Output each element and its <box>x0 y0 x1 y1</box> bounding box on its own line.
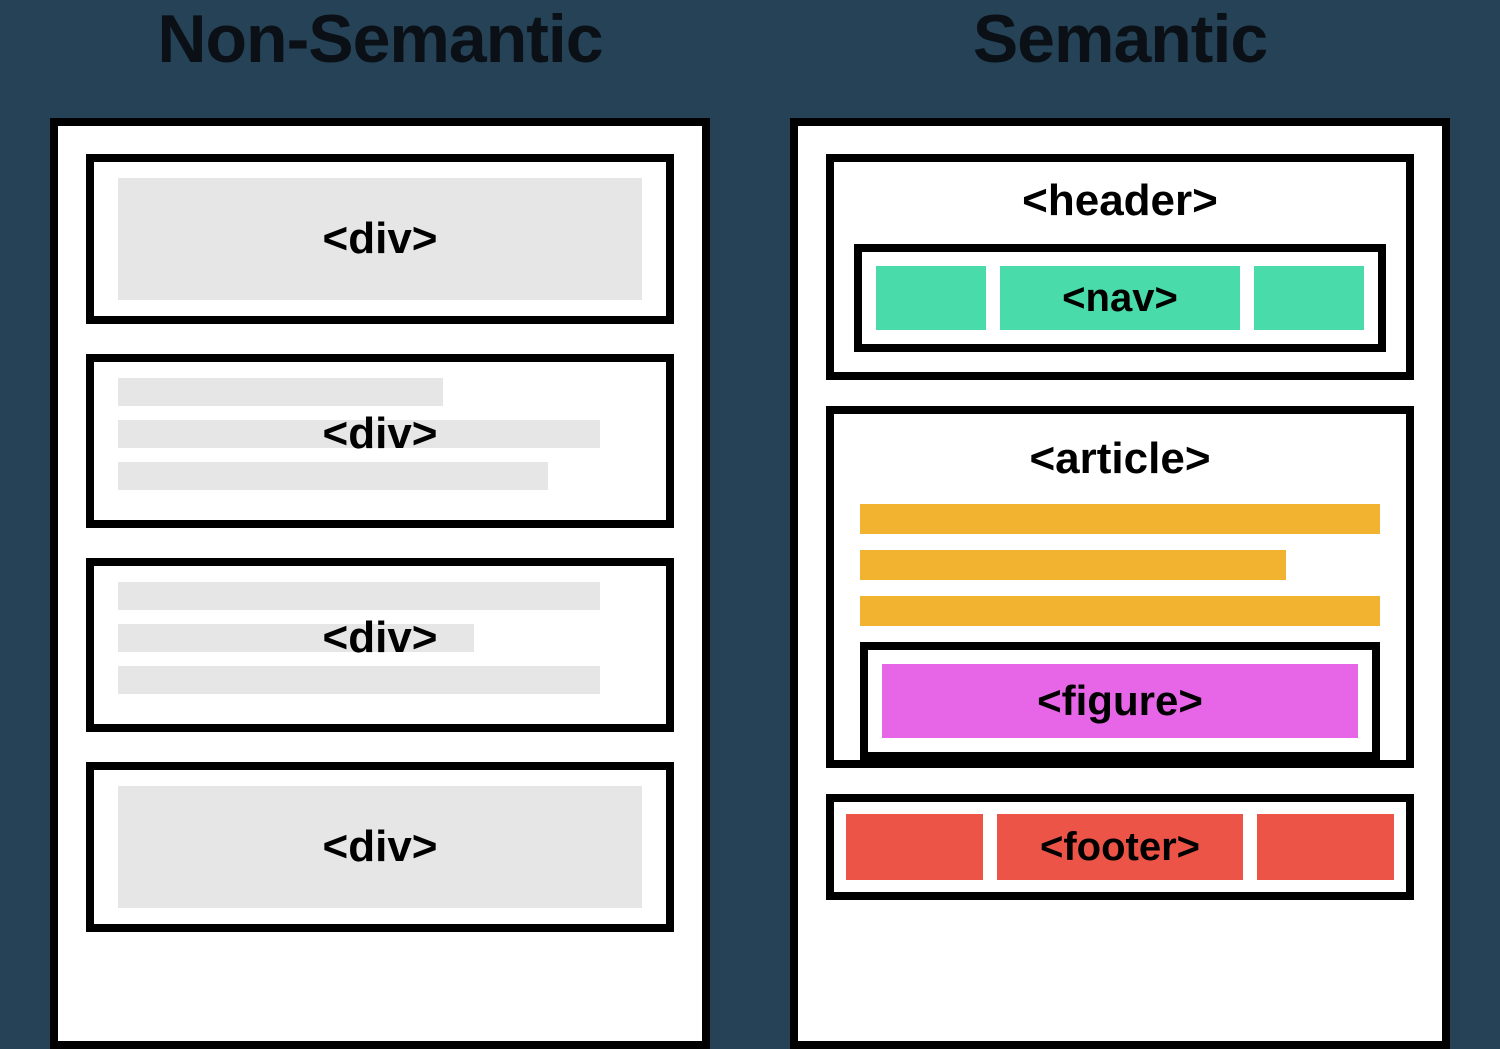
panel-non-semantic: <div> <div> <div> <box>50 118 710 1049</box>
column-non-semantic: Non-Semantic <div> <div> <box>50 0 710 1049</box>
article-label: <article> <box>860 434 1380 484</box>
placeholder-line <box>118 582 600 610</box>
div-label: <div> <box>323 214 438 264</box>
nav-block: <nav> <box>854 244 1386 352</box>
figure-label: <figure> <box>882 664 1358 738</box>
diagram-stage: Non-Semantic <div> <div> <box>0 0 1500 1049</box>
nav-label: <nav> <box>1000 266 1241 330</box>
nav-item <box>1254 266 1364 330</box>
div-label: <div> <box>118 409 642 459</box>
article-line <box>860 550 1286 580</box>
div-block-1: <div> <box>86 154 674 324</box>
article-block: <article> <figure> <box>826 406 1414 768</box>
div-label: <div> <box>323 822 438 872</box>
article-line <box>860 596 1380 626</box>
div-lines: <div> <box>118 582 642 694</box>
footer-block: <footer> <box>826 794 1414 900</box>
nav-item <box>876 266 986 330</box>
div-lines: <div> <box>118 378 642 490</box>
figure-block: <figure> <box>860 642 1380 760</box>
footer-item <box>1257 814 1394 880</box>
title-non-semantic: Non-Semantic <box>157 0 602 78</box>
footer-item <box>846 814 983 880</box>
div-block-3: <div> <box>86 558 674 732</box>
column-semantic: Semantic <header> <nav> <article> <figur… <box>790 0 1450 1049</box>
div-fill: <div> <box>118 178 642 300</box>
footer-label: <footer> <box>997 814 1243 880</box>
title-semantic: Semantic <box>973 0 1267 78</box>
article-line <box>860 504 1380 534</box>
panel-semantic: <header> <nav> <article> <figure> <foote <box>790 118 1450 1049</box>
placeholder-line <box>118 462 548 490</box>
div-fill: <div> <box>118 786 642 908</box>
div-block-2: <div> <box>86 354 674 528</box>
div-label: <div> <box>118 613 642 663</box>
placeholder-line <box>118 666 600 694</box>
div-block-4: <div> <box>86 762 674 932</box>
placeholder-line <box>118 378 443 406</box>
header-label: <header> <box>854 176 1386 226</box>
header-block: <header> <nav> <box>826 154 1414 380</box>
